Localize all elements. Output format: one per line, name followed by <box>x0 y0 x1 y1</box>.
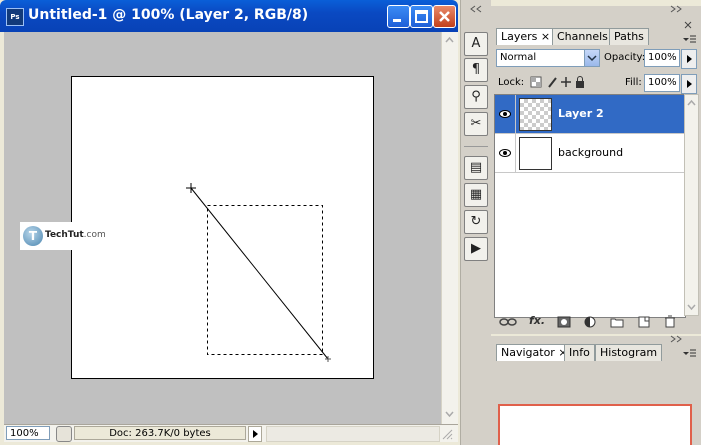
panel-menu-icon[interactable] <box>681 348 697 358</box>
tab-layers[interactable]: Layers × <box>496 28 556 45</box>
character-icon: A <box>471 36 481 51</box>
opacity-field[interactable]: 100% <box>644 49 680 67</box>
tab-channels-label: Channels <box>557 30 608 43</box>
paragraph-panel-button[interactable]: ¶ <box>464 58 488 82</box>
dock-divider <box>464 146 488 147</box>
horizontal-scrollbar[interactable] <box>266 426 440 442</box>
panel-menu-icon[interactable] <box>681 34 697 44</box>
zoom-field[interactable]: 100% <box>6 426 50 440</box>
tab-paths-label: Paths <box>614 30 644 43</box>
document-info: Doc: 263.7K/0 bytes <box>74 426 246 440</box>
tab-close-icon[interactable]: × <box>541 30 550 43</box>
blend-mode-select[interactable]: Normal <box>496 49 600 67</box>
layer-comps-button[interactable]: ▤ <box>464 156 488 180</box>
character-panel-button[interactable]: A <box>464 32 488 56</box>
brush-settings-icon: ✂ <box>470 116 482 131</box>
vertical-scrollbar[interactable] <box>441 32 458 424</box>
document-window: Ps Untitled-1 @ 100% (Layer 2, RGB/8) T … <box>0 0 458 445</box>
lock-transparency-icon[interactable] <box>530 76 542 88</box>
lock-label: Lock: <box>498 77 525 88</box>
fx-icon[interactable]: fx. <box>529 314 545 327</box>
lock-options <box>530 76 584 89</box>
lock-all-icon[interactable] <box>576 76 584 89</box>
clone-source-icon: ⚲ <box>471 89 481 104</box>
group-icon[interactable] <box>610 316 624 328</box>
lock-pixels-icon[interactable] <box>548 77 557 88</box>
tab-navigator-label: Navigator <box>501 346 555 359</box>
collapse-dock-icon[interactable] <box>463 4 489 14</box>
resize-grip-icon[interactable] <box>440 427 454 440</box>
layer-thumbnail <box>519 137 552 170</box>
paragraph-icon: ¶ <box>471 62 481 77</box>
animation-button[interactable]: ▶ <box>464 237 488 261</box>
tab-channels[interactable]: Channels <box>552 28 613 45</box>
layers-scrollbar[interactable] <box>684 94 699 316</box>
row-divider <box>515 95 516 133</box>
panel-close-icon[interactable] <box>683 20 693 30</box>
panel-collapse-icon[interactable] <box>667 4 687 14</box>
watermark-text: TechTut.com <box>45 230 106 240</box>
tab-navigator[interactable]: Navigator × <box>496 344 573 361</box>
tab-info[interactable]: Info <box>564 344 595 361</box>
link-layers-icon[interactable] <box>499 316 517 328</box>
watermark-suffix: .com <box>83 230 106 240</box>
layers-list: Layer 2 background <box>494 94 686 318</box>
triangle-right-icon <box>687 55 692 63</box>
actions-icon: ▦ <box>469 187 483 202</box>
layers-footer: fx. <box>491 312 701 332</box>
fill-label: Fill: <box>625 77 642 88</box>
tab-info-label: Info <box>569 346 590 359</box>
status-menu-icon[interactable] <box>56 426 72 442</box>
eye-icon[interactable] <box>498 146 512 160</box>
delete-layer-icon[interactable] <box>663 315 677 328</box>
tab-paths[interactable]: Paths <box>609 28 649 45</box>
scroll-up-icon[interactable] <box>686 98 697 108</box>
triangle-right-icon <box>253 430 258 438</box>
techtut-logo-icon: T <box>23 226 43 246</box>
layer-row-background[interactable]: background <box>495 134 685 173</box>
blend-mode-value: Normal <box>500 52 537 63</box>
tab-layers-label: Layers <box>501 30 538 43</box>
new-layer-icon[interactable] <box>637 316 651 328</box>
fill-field[interactable]: 100% <box>644 74 680 92</box>
layer-thumbnail <box>519 98 552 131</box>
eye-icon[interactable] <box>498 107 512 121</box>
lock-position-icon[interactable] <box>561 77 571 87</box>
scroll-down-icon[interactable] <box>444 409 455 419</box>
scroll-up-icon[interactable] <box>444 35 455 45</box>
layers-panel: Layers × Channels Paths Normal Opacity: … <box>491 4 701 334</box>
scroll-down-icon[interactable] <box>686 302 697 312</box>
actions-button[interactable]: ▦ <box>464 183 488 207</box>
navigator-panel: Navigator × Info Histogram <box>491 334 701 445</box>
history-button[interactable]: ↻ <box>464 210 488 234</box>
panel-collapse-icon[interactable] <box>667 334 687 344</box>
watermark-brand: TechTut <box>45 230 84 240</box>
crosshair-cursor-icon <box>186 183 196 193</box>
panel-dock-strip: A ¶ ⚲ ✂ ▤ ▦ ↻ ▶ <box>460 0 491 445</box>
mask-icon[interactable] <box>557 316 571 328</box>
triangle-right-icon <box>687 80 692 88</box>
opacity-slider-button[interactable] <box>681 49 697 69</box>
opacity-label: Opacity: <box>604 52 646 63</box>
layer-name[interactable]: background <box>558 146 623 159</box>
fill-slider-button[interactable] <box>681 74 697 94</box>
history-icon: ↻ <box>470 214 482 229</box>
status-arrow-button[interactable] <box>248 426 262 442</box>
brushes-button[interactable]: ✂ <box>464 112 488 136</box>
tab-histogram[interactable]: Histogram <box>595 344 663 361</box>
navigator-preview[interactable] <box>498 404 692 445</box>
techtut-watermark: T TechTut.com <box>20 222 106 250</box>
animation-icon: ▶ <box>471 241 481 256</box>
layer-name[interactable]: Layer 2 <box>558 107 604 120</box>
drawn-line <box>190 187 329 360</box>
adjustment-layer-icon[interactable] <box>584 316 598 328</box>
status-bar: 100% Doc: 263.7K/0 bytes <box>4 424 458 442</box>
tab-histogram-label: Histogram <box>600 346 658 359</box>
layer-row-layer-2[interactable]: Layer 2 <box>495 95 685 134</box>
clone-source-button[interactable]: ⚲ <box>464 85 488 109</box>
chevron-down-icon <box>584 50 599 66</box>
row-divider <box>515 134 516 172</box>
layer-comps-icon: ▤ <box>469 160 483 175</box>
